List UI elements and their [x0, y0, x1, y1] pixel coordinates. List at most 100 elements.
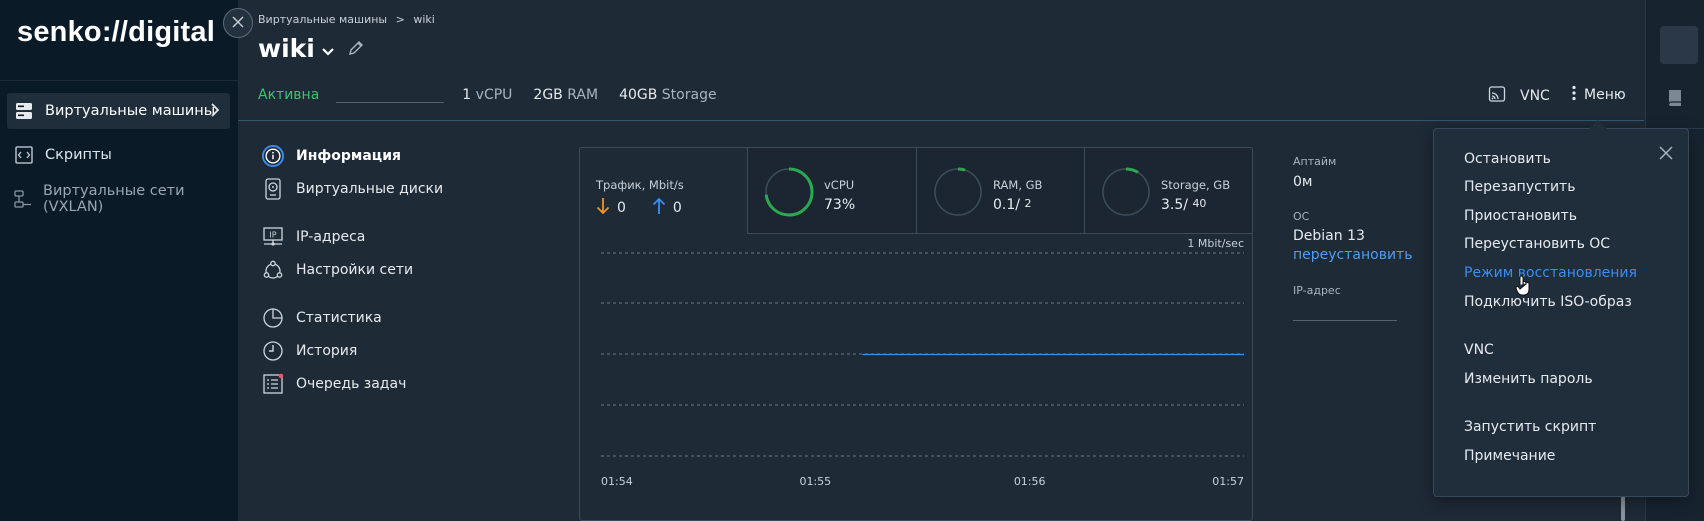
info-icon — [262, 145, 284, 167]
actions-dropdown: Остановить Перезапустить Приостановить П… — [1433, 128, 1689, 497]
sidebar-item-label: Виртуальные машины — [45, 103, 216, 119]
chart-scale-label: 1 Mbit/sec — [1187, 237, 1244, 250]
info-menu-label: IP-адреса — [296, 229, 366, 245]
cpu-gauge — [764, 167, 814, 217]
ram-total: 2 — [1024, 197, 1032, 210]
sidebar-item-virtual-machines[interactable]: Виртуальные машины — [7, 93, 230, 129]
sidebar: senko://digital Виртуальные машины Скрип… — [0, 0, 238, 521]
storage-total: 40 — [1192, 197, 1207, 210]
close-icon[interactable] — [1658, 145, 1674, 165]
chevron-right-icon — [210, 101, 220, 123]
info-menu-item-history[interactable]: История — [262, 340, 357, 362]
menu-button[interactable]: Меню — [1572, 85, 1626, 105]
menu-item-suspend[interactable]: Приостановить — [1464, 208, 1577, 224]
menu-item-recovery-mode[interactable]: Режим восстановления — [1464, 265, 1637, 281]
menu-item-reinstall-os[interactable]: Переустановить ОС — [1464, 236, 1610, 252]
ram-spec: 2GB RAM — [533, 87, 598, 103]
sidebar-item-label: Скрипты — [45, 147, 112, 163]
breadcrumb-current: wiki — [413, 13, 435, 26]
info-menu-item-information[interactable]: Информация — [262, 145, 401, 167]
storage-unit: Storage — [661, 87, 717, 103]
sidebar-item-scripts[interactable]: Скрипты — [7, 137, 230, 173]
info-menu-item-task-queue[interactable]: Очередь задач — [262, 373, 406, 395]
network-icon — [13, 188, 33, 210]
sidebar-item-virtual-networks[interactable]: Виртуальные сети (VXLAN) — [7, 181, 230, 217]
chart-x-tick-label: 01:56 — [1014, 475, 1046, 488]
dropdown-caret — [1589, 120, 1607, 129]
status-underline — [336, 102, 445, 103]
storage-label: Storage, GB — [1161, 178, 1231, 192]
uptime-label: Аптайм — [1293, 155, 1337, 168]
traffic-chart: 1 Mbit/sec 01:54 01:55 01:56 01:57 — [601, 237, 1244, 488]
ram-value: 2GB — [533, 87, 563, 103]
menu-item-attach-iso[interactable]: Подключить ISO-образ — [1464, 294, 1632, 310]
ram-gauge — [933, 167, 983, 217]
book-icon[interactable] — [1666, 88, 1684, 112]
info-menu-item-network-settings[interactable]: Настройки сети — [262, 259, 413, 281]
app-root: senko://digital Виртуальные машины Скрип… — [0, 0, 1704, 521]
rail-button[interactable] — [1660, 26, 1698, 64]
info-menu-label: Очередь задач — [296, 376, 407, 392]
menu-item-change-password[interactable]: Изменить пароль — [1464, 371, 1593, 387]
cast-icon — [1488, 85, 1506, 107]
info-menu-item-virtual-disks[interactable]: Виртуальные диски — [262, 178, 443, 200]
cpu-value: 73% — [824, 197, 856, 213]
traffic-label: Трафик, Mbit/s — [596, 178, 684, 192]
storage-used: 3.5 — [1161, 197, 1184, 213]
page-title: wiki — [258, 34, 315, 63]
tab-vcpu[interactable]: vCPU 73% — [747, 147, 917, 234]
svg-text:IP: IP — [269, 231, 276, 240]
cpu-label: vCPU — [824, 178, 855, 192]
breadcrumb-separator: > — [395, 13, 405, 26]
info-menu-label: История — [296, 343, 358, 359]
chart-x-tick-label: 01:55 — [799, 475, 831, 488]
ip-address-label: IP-адрес — [1293, 284, 1341, 297]
info-menu-item-statistics[interactable]: Статистика — [262, 307, 382, 329]
breadcrumb-parent[interactable]: Виртуальные машины — [258, 13, 387, 26]
storage-value: 3.5/ 40 — [1161, 197, 1207, 213]
edit-pencil-icon[interactable] — [347, 34, 365, 63]
chevron-down-icon[interactable] — [321, 34, 335, 63]
info-menu-label: Информация — [296, 148, 401, 164]
menu-item-vnc[interactable]: VNC — [1464, 342, 1494, 358]
pie-chart-icon — [262, 307, 284, 329]
tab-traffic[interactable]: Трафик, Mbit/s 0 0 — [579, 147, 748, 234]
vnc-label: VNC — [1520, 88, 1550, 104]
cpu-value: 1 — [462, 87, 472, 103]
menu-item-stop[interactable]: Остановить — [1464, 151, 1551, 167]
menu-item-restart[interactable]: Перезапустить — [1464, 179, 1575, 195]
menu-item-run-script[interactable]: Запустить скрипт — [1464, 419, 1596, 435]
cpu-spec: 1 vCPU — [462, 87, 512, 103]
ram-unit: RAM — [567, 87, 599, 103]
logo: senko://digital — [17, 16, 215, 48]
uptime-value: 0м — [1293, 174, 1313, 190]
storage-spec: 40GB Storage — [619, 87, 717, 103]
menu-item-note[interactable]: Примечание — [1464, 448, 1555, 464]
os-value: Debian 13 — [1293, 228, 1365, 244]
arrow-up-icon — [652, 197, 666, 219]
os-label: ОС — [1293, 210, 1310, 223]
cpu-unit: vCPU — [475, 87, 513, 103]
sidebar-item-label: Виртуальные сети (VXLAN) — [43, 183, 185, 215]
server-icon — [13, 100, 35, 122]
ip-icon: IP — [262, 226, 284, 248]
clock-icon — [262, 340, 284, 362]
hand-pointer-icon — [1515, 275, 1531, 301]
kebab-icon — [1572, 85, 1576, 105]
sidebar-collapse-button[interactable] — [223, 8, 253, 38]
tab-storage[interactable]: Storage, GB 3.5/ 40 — [1084, 147, 1253, 234]
storage-gauge — [1101, 167, 1151, 217]
ram-value: 0.1/ 2 — [993, 197, 1032, 213]
vnc-button[interactable]: VNC — [1488, 85, 1550, 107]
traffic-up-value: 0 — [672, 200, 682, 216]
info-menu-item-ip-addresses[interactable]: IP IP-адреса — [262, 226, 365, 248]
ip-address-underline — [1293, 320, 1397, 321]
header-divider — [238, 120, 1644, 121]
tab-ram[interactable]: RAM, GB 0.1/ 2 — [916, 147, 1085, 234]
info-menu-label: Настройки сети — [296, 262, 414, 278]
disk-icon — [262, 178, 284, 200]
os-reinstall-link[interactable]: переустановить — [1293, 247, 1412, 263]
network-settings-icon — [262, 259, 284, 281]
page-title-row: wiki — [258, 34, 365, 63]
ram-label: RAM, GB — [993, 178, 1043, 192]
